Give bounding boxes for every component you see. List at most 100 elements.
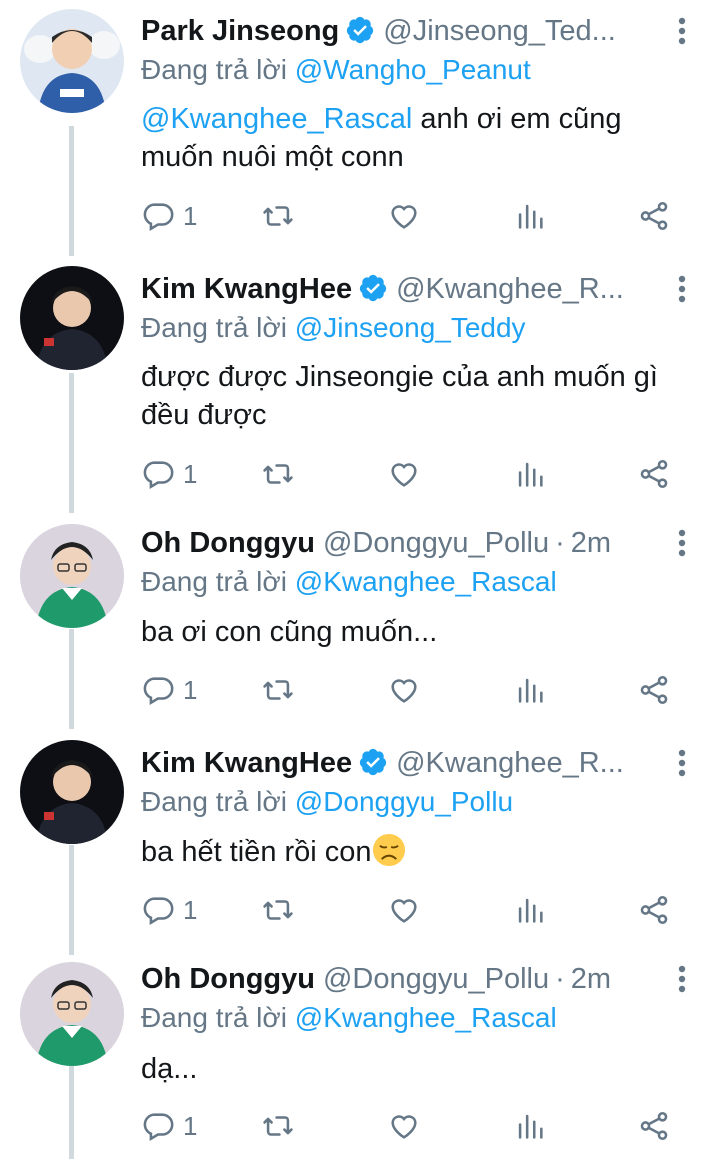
retweet-button[interactable]: [261, 890, 295, 930]
reply-to-mention[interactable]: @Kwanghee_Rascal: [295, 566, 557, 597]
like-button[interactable]: [387, 196, 421, 236]
display-name[interactable]: Park Jinseong: [141, 15, 339, 47]
tweet-header: Park Jinseong @Jinseong_Ted...: [141, 11, 648, 51]
analytics-button[interactable]: [513, 1106, 547, 1146]
comment-icon: [143, 1113, 174, 1142]
retweet-button[interactable]: [261, 1106, 295, 1146]
analytics-button[interactable]: [513, 196, 547, 236]
tweet[interactable]: Oh Donggyu @Donggyu_Pollu · 2m Đang trả lời…: [0, 514, 720, 730]
reply-prefix: Đang trả lời: [141, 54, 287, 85]
heart-icon: [391, 463, 417, 487]
retweet-icon: [263, 464, 293, 484]
analytics-icon: [518, 204, 543, 229]
display-name[interactable]: Oh Donggyu: [141, 963, 315, 995]
more-vertical-icon[interactable]: [676, 523, 688, 563]
retweet-button[interactable]: [261, 670, 295, 710]
body-text: ba hết tiền rồi con: [141, 836, 372, 868]
heart-icon: [391, 1115, 417, 1139]
handle: @Kwanghee_R...: [396, 747, 624, 779]
avatar[interactable]: [20, 524, 124, 628]
share-icon: [640, 1111, 668, 1141]
timestamp[interactable]: 2m: [571, 527, 611, 559]
reply-prefix: Đang trả lời: [141, 312, 287, 343]
reply-count: 1: [183, 1110, 198, 1141]
more-vertical-icon[interactable]: [676, 743, 688, 783]
reply-prefix: Đang trả lời: [141, 566, 287, 597]
verified-badge-icon: [358, 747, 388, 777]
more-vertical-icon[interactable]: [676, 269, 688, 309]
retweet-icon: [263, 206, 293, 226]
handle: @Kwanghee_R...: [396, 273, 624, 305]
avatar-photo-icon: [20, 740, 124, 844]
share-icon: [640, 895, 668, 925]
avatar[interactable]: [20, 266, 124, 370]
replying-to: Đang trả lời @Donggyu_Pollu: [141, 783, 513, 821]
action-bar: 1: [141, 454, 680, 494]
comment-icon: [143, 203, 174, 232]
tweet[interactable]: Kim KwangHee @Kwanghee_R... Đang trả lời …: [0, 256, 720, 514]
analytics-button[interactable]: [513, 454, 547, 494]
more-vertical-icon[interactable]: [676, 959, 688, 999]
replying-to: Đang trả lời @Kwanghee_Rascal: [141, 563, 557, 601]
like-button[interactable]: [387, 1106, 421, 1146]
tweet-header: Oh Donggyu @Donggyu_Pollu · 2m: [141, 523, 648, 563]
comment-icon: [143, 677, 174, 706]
display-name[interactable]: Kim KwangHee: [141, 747, 352, 779]
analytics-icon: [518, 678, 543, 703]
share-icon: [640, 459, 668, 489]
reply-to-mention[interactable]: @Jinseong_Teddy: [295, 312, 526, 343]
reply-to-mention[interactable]: @Kwanghee_Rascal: [295, 1002, 557, 1033]
tweet-body: được được Jinseongie của anh muốn gì đều…: [141, 358, 680, 434]
handle: @Jinseong_Ted...: [383, 15, 616, 47]
like-button[interactable]: [387, 890, 421, 930]
reply-to-mention[interactable]: @Wangho_Peanut: [295, 54, 531, 85]
body-text: ba ơi con cũng muốn...: [141, 616, 438, 648]
reply-button[interactable]: 1: [141, 196, 197, 236]
like-button[interactable]: [387, 670, 421, 710]
action-bar: 1: [141, 196, 680, 236]
share-icon: [640, 201, 668, 231]
reply-button[interactable]: 1: [141, 454, 197, 494]
tweet-body: ba ơi con cũng muốn...: [141, 613, 680, 651]
tweet-body: ba hết tiền rồi con: [141, 833, 680, 871]
handle: @Donggyu_Pollu: [322, 527, 550, 559]
heart-icon: [391, 899, 417, 923]
display-name[interactable]: Kim KwangHee: [141, 273, 352, 305]
analytics-button[interactable]: [513, 890, 547, 930]
avatar[interactable]: [20, 9, 124, 113]
replying-to: Đang trả lời @Kwanghee_Rascal: [141, 999, 557, 1037]
timestamp[interactable]: 2m: [571, 963, 611, 995]
reply-prefix: Đang trả lời: [141, 786, 287, 817]
share-button[interactable]: [637, 670, 671, 710]
analytics-icon: [518, 462, 543, 487]
avatar[interactable]: [20, 740, 124, 844]
action-bar: 1: [141, 1106, 680, 1146]
retweet-button[interactable]: [261, 196, 295, 236]
display-name[interactable]: Oh Donggyu: [141, 527, 315, 559]
avatar[interactable]: [20, 962, 124, 1066]
reply-button[interactable]: 1: [141, 1106, 197, 1146]
reply-button[interactable]: 1: [141, 670, 197, 710]
avatar-photo-icon: [20, 9, 124, 113]
share-icon: [640, 675, 668, 705]
like-button[interactable]: [387, 454, 421, 494]
share-button[interactable]: [637, 454, 671, 494]
tweet[interactable]: Park Jinseong @Jinseong_Ted... Đang trả l…: [0, 0, 720, 256]
verified-badge-icon: [345, 15, 375, 45]
body-mention[interactable]: @Kwanghee_Rascal: [141, 103, 412, 135]
share-button[interactable]: [637, 196, 671, 236]
analytics-icon: [518, 898, 543, 923]
retweet-icon: [263, 680, 293, 700]
reply-to-mention[interactable]: @Donggyu_Pollu: [295, 786, 513, 817]
body-text: dạ...: [141, 1053, 198, 1085]
retweet-button[interactable]: [261, 454, 295, 494]
tweet[interactable]: Oh Donggyu @Donggyu_Pollu · 2m Đang trả lời…: [0, 954, 720, 1159]
analytics-button[interactable]: [513, 670, 547, 710]
tweet[interactable]: Kim KwangHee @Kwanghee_R... Đang trả lời …: [0, 730, 720, 954]
share-button[interactable]: [637, 890, 671, 930]
share-button[interactable]: [637, 1106, 671, 1146]
more-vertical-icon[interactable]: [676, 11, 688, 51]
reply-button[interactable]: 1: [141, 890, 197, 930]
action-bar: 1: [141, 890, 680, 930]
replying-to: Đang trả lời @Jinseong_Teddy: [141, 309, 526, 347]
